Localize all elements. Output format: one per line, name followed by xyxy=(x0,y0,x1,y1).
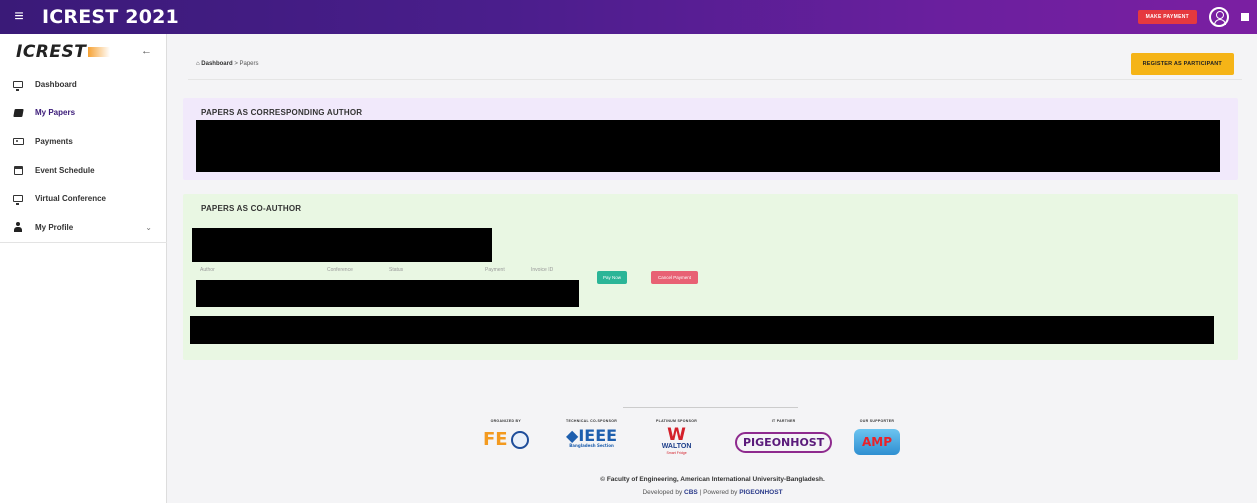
sidebar-item-event-schedule[interactable]: Event Schedule xyxy=(0,156,166,185)
corresponding-author-panel: PAPERS AS CORRESPONDING AUTHOR xyxy=(183,98,1238,180)
sidebar-item-label: Virtual Conference xyxy=(35,194,106,204)
sidebar-divider xyxy=(0,242,167,243)
person-icon xyxy=(12,222,24,233)
user-circle-icon[interactable] xyxy=(1209,7,1229,27)
footer-divider xyxy=(623,407,798,408)
redacted-block xyxy=(196,280,579,307)
sidebar-item-dashboard[interactable]: Dashboard xyxy=(0,70,166,99)
sponsor-organizer: ORGANIZED BY FE xyxy=(483,419,529,450)
breadcrumb-separator: > xyxy=(234,61,238,67)
footer-copyright: © Faculty of Engineering, American Inter… xyxy=(600,476,825,483)
arrow-left-icon[interactable]: ← xyxy=(141,45,152,57)
panel-title: PAPERS AS CORRESPONDING AUTHOR xyxy=(201,108,363,117)
sponsor-it-partner: IT PARTNER PIGEONHOST xyxy=(735,419,833,453)
col-invoice-id: Invoice ID xyxy=(531,267,554,273)
monitor-icon xyxy=(12,194,24,206)
sidebar-item-label: Event Schedule xyxy=(35,165,95,175)
cancel-payment-button[interactable]: Cancel Payment xyxy=(651,271,699,284)
main-content: ⌂ Dashboard > Papers REGISTER AS PARTICI… xyxy=(168,34,1257,503)
col-author: Author xyxy=(200,267,215,273)
money-icon xyxy=(12,136,24,146)
make-payment-button[interactable]: MAKE PAYMENT xyxy=(1137,10,1197,24)
sidebar-item-label: Dashboard xyxy=(35,79,77,89)
app-title: ICREST 2021 xyxy=(42,6,179,28)
ieee-logo: ◆IEEE Bangladesh Section xyxy=(566,426,618,449)
sponsor-supporter: OUR SUPPORTER AMP xyxy=(854,419,900,455)
panel-title: PAPERS AS CO-AUTHOR xyxy=(201,204,302,213)
developer-link[interactable]: CBS xyxy=(684,489,698,496)
co-author-panel: PAPERS AS CO-AUTHOR Author Conference St… xyxy=(183,194,1238,360)
sponsor-logos: ORGANIZED BY FE TECHNICAL CO-SPONSOR ◆IE… xyxy=(458,419,958,464)
sponsor-technical: TECHNICAL CO-SPONSOR ◆IEEE Bangladesh Sec… xyxy=(566,419,618,449)
monitor-icon xyxy=(12,79,24,91)
sidebar-item-my-profile[interactable]: My Profile ⌄ xyxy=(0,213,166,242)
sidebar-item-label: My Profile xyxy=(35,222,74,232)
pigeonhost-logo: PIGEONHOST xyxy=(735,432,833,453)
col-payment: Payment xyxy=(485,267,505,273)
walton-logo: W WALTON Smart Fridge xyxy=(661,425,692,456)
brand-logo: ICREST xyxy=(16,42,111,62)
redacted-block xyxy=(196,120,1220,172)
sidebar-item-label: Payments xyxy=(35,136,73,146)
pay-now-button[interactable]: Pay Now xyxy=(597,271,628,284)
page-header: ⌂ Dashboard > Papers REGISTER AS PARTICI… xyxy=(188,53,1242,80)
powered-by-link[interactable]: PIGEONHOST xyxy=(739,489,782,496)
sidebar-item-payments[interactable]: Payments xyxy=(0,127,166,156)
redacted-block xyxy=(190,316,1214,344)
sidebar-item-label: My Papers xyxy=(35,108,76,118)
sidebar-item-virtual-conference[interactable]: Virtual Conference xyxy=(0,184,166,213)
footer-credits: Developed by CBS | Powered by PIGEONHOST xyxy=(642,489,783,496)
fe-logo: FE xyxy=(483,429,529,450)
aiub-seal-icon xyxy=(510,430,529,449)
breadcrumb-home[interactable]: ⌂ Dashboard xyxy=(196,61,233,67)
breadcrumb: ⌂ Dashboard > Papers xyxy=(196,61,259,67)
register-as-participant-button[interactable]: REGISTER AS PARTICIPANT xyxy=(1130,53,1234,75)
sidebar: ICREST ← Dashboard My Papers Payments Ev… xyxy=(0,34,167,503)
book-icon xyxy=(12,108,24,118)
amp-logo: AMP xyxy=(854,429,900,455)
brand: ICREST ← xyxy=(0,34,166,70)
col-conference: Conference xyxy=(327,267,353,273)
top-navbar: ≡ ICREST 2021 MAKE PAYMENT xyxy=(0,0,1257,34)
calendar-icon xyxy=(12,165,24,175)
sponsor-platinum: PLATINUM SPONSOR W WALTON Smart Fridge xyxy=(656,419,698,456)
sidebar-item-my-papers[interactable]: My Papers xyxy=(0,99,166,128)
redacted-block xyxy=(192,228,492,262)
square-icon[interactable] xyxy=(1241,13,1249,21)
col-status: Status xyxy=(389,267,404,273)
breadcrumb-current: Papers xyxy=(239,61,259,67)
topbar-actions: MAKE PAYMENT xyxy=(1137,0,1249,34)
chevron-down-icon[interactable]: ⌄ xyxy=(145,223,152,232)
hamburger-icon[interactable]: ≡ xyxy=(6,0,32,34)
